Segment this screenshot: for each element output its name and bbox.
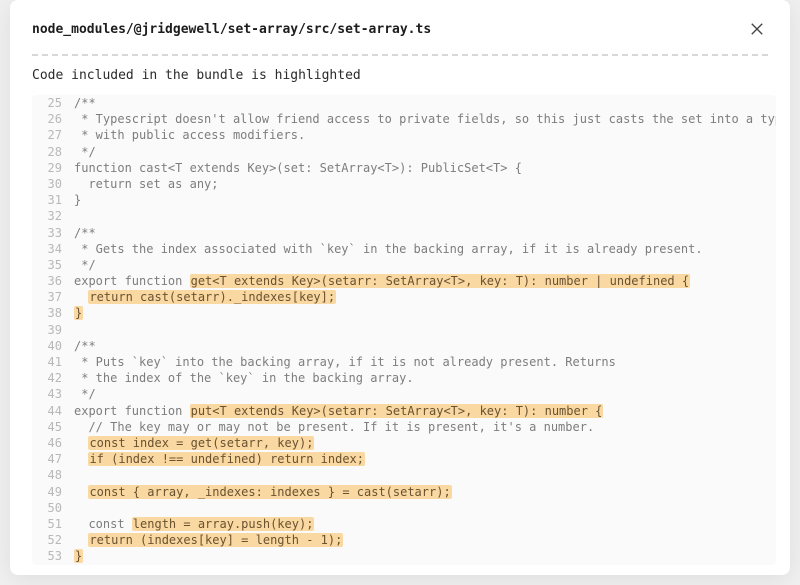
code-line: 25/** [32, 95, 776, 111]
line-number: 47 [32, 451, 74, 467]
code-text [74, 500, 94, 516]
code-line: 52 return (indexes[key] = length - 1); [32, 532, 776, 548]
code-text: return set as any; [74, 176, 239, 192]
code-text: return cast(setarr)._indexes[key]; [74, 289, 356, 305]
code-text: const { array, _indexes: indexes } = cas… [74, 484, 472, 500]
line-number: 44 [32, 403, 74, 419]
header-divider [32, 54, 768, 56]
code-text: * with public access modifiers. [74, 127, 325, 143]
line-number: 30 [32, 176, 74, 192]
line-number: 54 [32, 564, 74, 565]
code-line: 34 * Gets the index associated with `key… [32, 241, 776, 257]
code-text: const length = array.push(key); [74, 516, 334, 532]
code-text [74, 322, 94, 338]
code-text: } [74, 192, 101, 208]
code-text: * the index of the `key` in the backing … [74, 370, 434, 386]
code-line: 36export function get<T extends Key>(set… [32, 273, 776, 289]
code-line: 37 return cast(setarr)._indexes[key]; [32, 289, 776, 305]
code-line: 39 [32, 322, 776, 338]
line-number: 25 [32, 95, 74, 111]
code-text: */ [74, 386, 116, 402]
file-path: node_modules/@jridgewell/set-array/src/s… [32, 22, 431, 37]
code-line: 46 const index = get(setarr, key); [32, 435, 776, 451]
line-number: 37 [32, 289, 74, 305]
code-text: } [74, 548, 103, 564]
line-number: 43 [32, 386, 74, 402]
line-number: 28 [32, 144, 74, 160]
line-number: 49 [32, 484, 74, 500]
code-line: 44export function put<T extends Key>(set… [32, 403, 776, 419]
code-line: 43 */ [32, 386, 776, 402]
code-line: 35 */ [32, 257, 776, 273]
code-text: * Puts `key` into the backing array, if … [74, 354, 636, 370]
code-line: 47 if (index !== undefined) return index… [32, 451, 776, 467]
code-text: const index = get(setarr, key); [74, 435, 334, 451]
code-text: */ [74, 144, 116, 160]
code-line: 53} [32, 548, 776, 564]
code-line: 49 const { array, _indexes: indexes } = … [32, 484, 776, 500]
code-line: 51 const length = array.push(key); [32, 516, 776, 532]
line-number: 31 [32, 192, 74, 208]
code-line: 40/** [32, 338, 776, 354]
line-number: 52 [32, 532, 74, 548]
code-line: 27 * with public access modifiers. [32, 127, 776, 143]
code-line: 32 [32, 208, 776, 224]
line-number: 38 [32, 305, 74, 321]
code-line: 42 * the index of the `key` in the backi… [32, 370, 776, 386]
code-line: 28 */ [32, 144, 776, 160]
code-line: 33/** [32, 225, 776, 241]
line-number: 40 [32, 338, 74, 354]
code-line: 48 [32, 467, 776, 483]
code-text: export function put<T extends Key>(setar… [74, 403, 623, 419]
code-line: 26 * Typescript doesn't allow friend acc… [32, 111, 776, 127]
code-text: if (index !== undefined) return index; [74, 451, 385, 467]
subtitle: Code included in the bundle is highlight… [10, 68, 790, 95]
code-viewer: 25/**26 * Typescript doesn't allow frien… [32, 95, 776, 565]
code-text: */ [74, 257, 116, 273]
line-number: 32 [32, 208, 74, 224]
code-text: export function get<T extends Key>(setar… [74, 273, 710, 289]
line-number: 53 [32, 548, 74, 564]
code-text [74, 208, 94, 224]
line-number: 41 [32, 354, 74, 370]
code-text: function cast<T extends Key>(set: SetArr… [74, 160, 542, 176]
code-line: 38} [32, 305, 776, 321]
line-number: 33 [32, 225, 74, 241]
line-number: 39 [32, 322, 74, 338]
line-number: 27 [32, 127, 74, 143]
line-number: 35 [32, 257, 74, 273]
code-text [74, 564, 94, 565]
code-line: 50 [32, 500, 776, 516]
code-line: 31} [32, 192, 776, 208]
line-number: 29 [32, 160, 74, 176]
line-number: 48 [32, 467, 74, 483]
code-text: * Gets the index associated with `key` i… [74, 241, 723, 257]
line-number: 36 [32, 273, 74, 289]
code-scroll[interactable]: 25/**26 * Typescript doesn't allow frien… [32, 95, 776, 565]
line-number: 42 [32, 370, 74, 386]
code-text: // The key may or may not be present. If… [74, 419, 614, 435]
line-number: 34 [32, 241, 74, 257]
code-line: 54 [32, 564, 776, 565]
line-number: 45 [32, 419, 74, 435]
code-text: /** [74, 95, 116, 111]
code-text: return (indexes[key] = length - 1); [74, 532, 363, 548]
code-line: 45 // The key may or may not be present.… [32, 419, 776, 435]
code-text: } [74, 305, 103, 321]
code-text: /** [74, 225, 116, 241]
code-line: 29function cast<T extends Key>(set: SetA… [32, 160, 776, 176]
code-text: /** [74, 338, 116, 354]
code-line: 30 return set as any; [32, 176, 776, 192]
code-line: 41 * Puts `key` into the backing array, … [32, 354, 776, 370]
code-text [74, 467, 94, 483]
code-text: * Typescript doesn't allow friend access… [74, 111, 776, 127]
line-number: 50 [32, 500, 74, 516]
modal-header: node_modules/@jridgewell/set-array/src/s… [10, 0, 790, 54]
line-number: 46 [32, 435, 74, 451]
source-viewer-modal: node_modules/@jridgewell/set-array/src/s… [10, 0, 790, 575]
close-button[interactable] [746, 18, 768, 40]
line-number: 51 [32, 516, 74, 532]
line-number: 26 [32, 111, 74, 127]
